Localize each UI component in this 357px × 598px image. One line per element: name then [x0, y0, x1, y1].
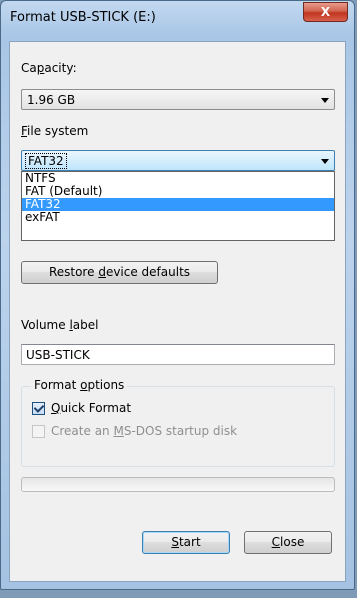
file-system-select[interactable]: FAT32 — [21, 150, 335, 171]
file-system-dropdown: NTFS FAT (Default) FAT32 exFAT — [21, 171, 335, 241]
close-button[interactable]: Close — [244, 531, 332, 554]
dropdown-option-fat[interactable]: FAT (Default) — [22, 185, 334, 198]
close-icon: X — [320, 5, 331, 19]
start-button[interactable]: Start — [142, 531, 230, 554]
chevron-down-icon — [321, 159, 329, 164]
msdos-startup-label: Create an MS-DOS startup disk — [51, 424, 238, 438]
quick-format-label[interactable]: Quick Format — [51, 401, 131, 415]
format-options-title: Format options — [31, 378, 128, 392]
capacity-label: Capacity: — [21, 61, 77, 75]
dropdown-option-exfat[interactable]: exFAT — [22, 211, 334, 224]
file-system-label: File system — [21, 124, 89, 138]
capacity-value: 1.96 GB — [27, 93, 76, 107]
dialog-window: Format USB-STICK (E:) X Capacity: 1.96 G… — [0, 0, 355, 590]
format-progress-bar — [21, 477, 335, 492]
format-options-group: Format options Quick Format Create an MS… — [21, 378, 335, 467]
window-title: Format USB-STICK (E:) — [10, 10, 156, 25]
volume-label-label: Volume label — [21, 318, 99, 332]
restore-defaults-button[interactable]: Restore device defaults — [21, 261, 218, 284]
chevron-down-icon — [321, 98, 329, 103]
msdos-startup-checkbox — [32, 425, 45, 438]
volume-label-value: USB-STICK — [26, 348, 90, 362]
quick-format-checkbox[interactable] — [32, 402, 45, 415]
window-close-button[interactable]: X — [303, 2, 348, 22]
dialog-body: Capacity: 1.96 GB File system FAT32 NTFS… — [9, 41, 346, 582]
dropdown-option-fat32[interactable]: FAT32 — [22, 198, 334, 211]
file-system-value: FAT32 — [25, 153, 67, 169]
capacity-select[interactable]: 1.96 GB — [21, 89, 335, 110]
volume-label-input[interactable]: USB-STICK — [21, 344, 335, 365]
